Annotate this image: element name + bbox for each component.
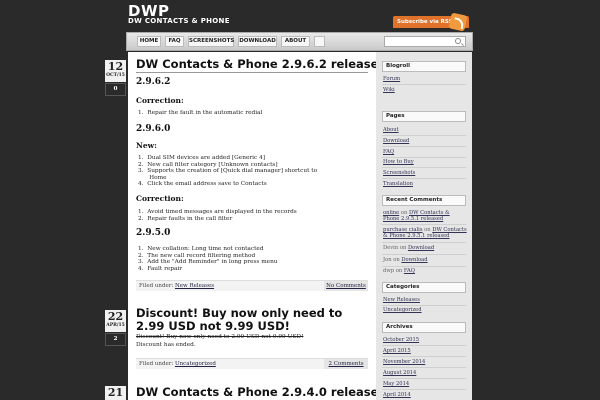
divider	[382, 178, 466, 179]
blogroll-link[interactable]: Wiki	[383, 87, 467, 93]
recent-comment: Jon on Download	[383, 257, 428, 263]
divider	[382, 167, 466, 168]
divider	[382, 157, 466, 158]
page-link[interactable]: Screenshots	[383, 170, 467, 176]
archive-link[interactable]: October 2015	[383, 337, 467, 343]
rss-label: Subscribe via RSS	[397, 19, 453, 25]
rss-icon	[448, 12, 468, 32]
divider	[382, 356, 466, 357]
page-link[interactable]: Download	[383, 138, 467, 144]
comment-post-link[interactable]: Download	[408, 245, 434, 251]
category-link[interactable]: New Releases	[175, 283, 214, 289]
widget-title-recent-comments: Recent Comments	[382, 195, 466, 206]
rss-subscribe-button[interactable]: Subscribe via RSS	[393, 12, 469, 32]
site-header: DWP DW CONTACTS & PHONE Subscribe via RS…	[0, 0, 600, 32]
post-meta-bar: Filed under: Uncategorized 2 Comments	[136, 358, 368, 369]
changelog-list: 1. Dual SIM devices are added [Generic 4…	[138, 155, 317, 188]
divider	[382, 266, 466, 267]
divider	[382, 84, 466, 85]
list-item: 4. Click the email address save to Conta…	[138, 181, 267, 187]
post-title[interactable]: DW Contacts & Phone 2.9.4.0 released	[136, 385, 376, 399]
widget-title-blogroll: Blogroll	[382, 61, 466, 72]
search-icon[interactable]	[455, 38, 461, 44]
archive-link[interactable]: April 2015	[383, 348, 467, 354]
main-navigation: HOME FAQ SCREENSHOTS DOWNLOAD ABOUT	[126, 32, 473, 51]
widget-title-categories: Categories	[382, 282, 466, 293]
post-date: 12 OCT/15	[105, 60, 126, 82]
post-date: 21	[105, 386, 126, 400]
post-body-text: Discount has ended.	[136, 342, 196, 348]
recent-comment: purchase cialis on DW Contacts & Phone 2…	[383, 227, 467, 239]
version-heading: 2.9.6.0	[136, 124, 171, 134]
changelog-list: 1. Repair the fault in the automatic red…	[138, 110, 262, 117]
content-area: DW Contacts & Phone 2.9.6.2 released 2.9…	[128, 52, 376, 400]
filed-label: Filed under:	[139, 283, 174, 289]
recent-comment: online on DW Contacts & Phone 2.9.5.1 re…	[383, 210, 450, 222]
comments-link[interactable]: 2 Comments	[324, 359, 368, 369]
post-date-month: APR/15	[106, 323, 125, 328]
post-title[interactable]: Discount! Buy now only need to 2.99 USD …	[136, 307, 371, 333]
post-date-day: 22	[107, 310, 124, 323]
nav-about[interactable]: ABOUT	[281, 36, 310, 47]
nav-faq[interactable]: FAQ	[165, 36, 184, 47]
search-input[interactable]	[384, 36, 466, 47]
post-date-month: OCT/15	[106, 73, 125, 78]
list-item: 2. Repair faults in the call filter	[138, 215, 233, 222]
changelog-list: 1. Avoid timed messages are displayed in…	[138, 209, 297, 222]
comment-count-badge[interactable]: 2	[105, 333, 126, 346]
divider	[382, 242, 466, 243]
comment-post-link[interactable]: Download	[401, 257, 427, 263]
divider	[382, 389, 466, 390]
widget-title-archives: Archives	[382, 322, 466, 333]
page-link[interactable]: About	[383, 127, 467, 133]
page-link[interactable]: How to Buy	[383, 159, 467, 165]
recent-comment: dwp on FAQ	[383, 268, 416, 274]
divider	[382, 367, 466, 368]
comment-post-link[interactable]: FAQ	[404, 268, 415, 274]
divider	[382, 146, 466, 147]
list-item: 4. Fault repair	[138, 265, 183, 272]
page-link[interactable]: Translation	[383, 181, 467, 187]
nav-home[interactable]: HOME	[137, 36, 161, 47]
widget-title-pages: Pages	[382, 111, 466, 122]
nav-download[interactable]: DOWNLOAD	[238, 36, 277, 47]
section-heading: New:	[136, 141, 157, 150]
archive-link[interactable]: November 2014	[383, 359, 467, 365]
comments-link[interactable]: No Comments	[324, 281, 368, 291]
post-date-day: 21	[107, 386, 124, 399]
site-description: DW CONTACTS & PHONE	[128, 17, 230, 25]
post-date: 22 APR/15	[105, 310, 126, 332]
divider	[382, 135, 466, 136]
archive-link[interactable]: April 2014	[383, 392, 467, 398]
archive-link[interactable]: May 2014	[383, 381, 467, 387]
divider	[382, 224, 466, 225]
comment-count-badge[interactable]: 0	[105, 83, 126, 96]
version-heading: 2.9.6.2	[136, 77, 171, 87]
divider	[382, 345, 466, 346]
section-heading: Correction:	[136, 194, 184, 203]
nav-screenshots[interactable]: SCREENSHOTS	[188, 36, 234, 47]
title-divider	[136, 72, 368, 73]
post-date-day: 12	[107, 60, 124, 73]
changelog-list: 1. New collation: Long time not contacte…	[138, 246, 278, 272]
filed-label: Filed under:	[139, 361, 174, 367]
post-meta-bar: Filed under: New Releases No Comments	[136, 280, 368, 291]
category-link[interactable]: Uncategorized	[175, 361, 216, 367]
category-link[interactable]: Uncategorized	[383, 307, 467, 313]
nav-extra[interactable]	[314, 36, 325, 47]
category-link[interactable]: New Releases	[383, 297, 467, 303]
divider	[382, 305, 466, 306]
strikethrough-text: Discount! Buy now only need to 2.99 USD …	[136, 334, 304, 340]
divider	[382, 378, 466, 379]
version-heading: 2.9.5.0	[136, 228, 171, 238]
section-heading: Correction:	[136, 96, 184, 105]
page-link[interactable]: FAQ	[383, 149, 467, 155]
post-title[interactable]: DW Contacts & Phone 2.9.6.2 released	[136, 57, 376, 71]
archive-link[interactable]: August 2014	[383, 370, 467, 376]
list-item: 1. Repair the fault in the automatic red…	[138, 110, 263, 116]
recent-comment: Devin on Download	[383, 245, 435, 251]
blogroll-link[interactable]: Forum	[383, 76, 467, 82]
sidebar: Blogroll Forum Wiki Pages About Download…	[376, 52, 472, 400]
divider	[382, 254, 466, 255]
